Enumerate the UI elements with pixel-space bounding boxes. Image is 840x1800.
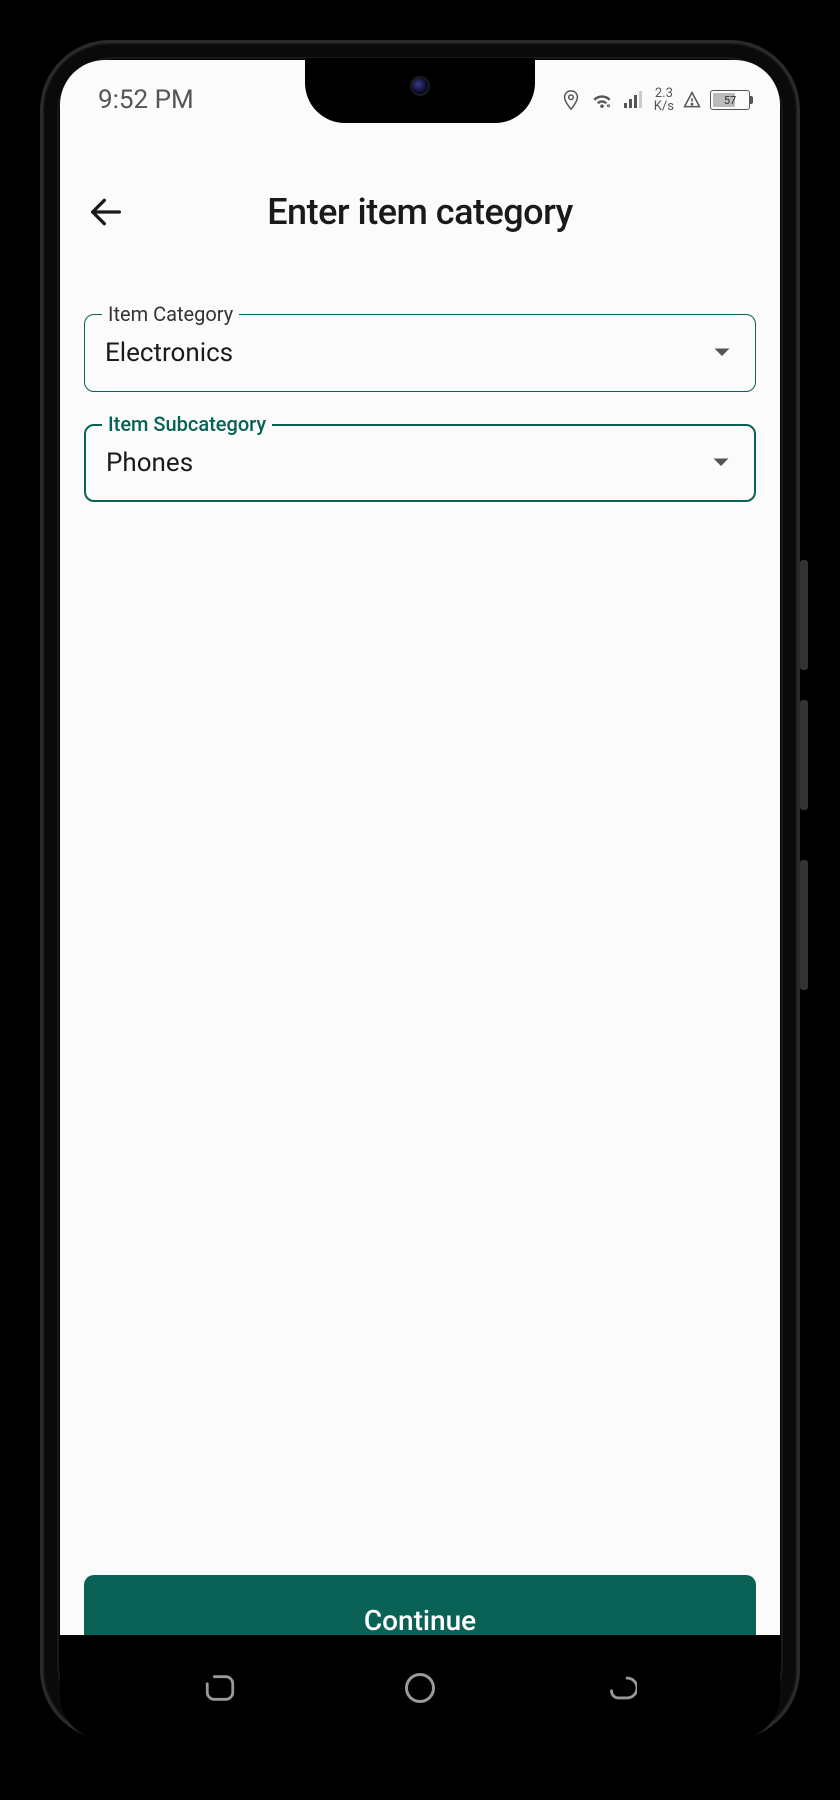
alert-icon xyxy=(682,90,702,110)
item-category-value: Electronics xyxy=(105,338,233,368)
item-subcategory-label: Item Subcategory xyxy=(102,412,272,436)
front-camera xyxy=(410,76,430,96)
continue-button-label: Continue xyxy=(364,1604,476,1637)
phone-notch xyxy=(305,58,535,123)
phone-side-button xyxy=(800,700,808,810)
nav-home-button[interactable] xyxy=(402,1670,438,1706)
data-rate: 2.3 K/s xyxy=(654,87,674,113)
item-subcategory-value: Phones xyxy=(106,448,193,478)
status-right: 2.3 K/s 57 xyxy=(560,87,750,113)
phone-side-button xyxy=(800,560,808,670)
page-title: Enter item category xyxy=(267,191,573,233)
signal-icon xyxy=(622,90,646,110)
location-icon xyxy=(560,89,582,111)
wifi-icon xyxy=(590,90,614,110)
item-category-field[interactable]: Item Category Electronics xyxy=(84,314,756,392)
back-button[interactable] xyxy=(84,190,128,234)
app-content: Enter item category Item Category Electr… xyxy=(60,140,780,1695)
status-time: 9:52 PM xyxy=(98,85,194,115)
screen: 9:52 PM xyxy=(60,60,780,1695)
nav-recent-button[interactable] xyxy=(203,1671,237,1705)
system-nav-bar xyxy=(60,1635,780,1740)
battery-icon: 57 xyxy=(710,90,750,110)
nav-back-button[interactable] xyxy=(603,1671,637,1705)
arrow-left-icon xyxy=(86,192,126,232)
app-header: Enter item category xyxy=(84,140,756,264)
phone-side-button xyxy=(800,860,808,990)
item-subcategory-field[interactable]: Item Subcategory Phones xyxy=(84,424,756,502)
chevron-down-icon xyxy=(712,454,730,473)
item-category-label: Item Category xyxy=(102,302,239,326)
form: Item Category Electronics Item Subcatego… xyxy=(84,264,756,534)
chevron-down-icon xyxy=(713,344,731,363)
